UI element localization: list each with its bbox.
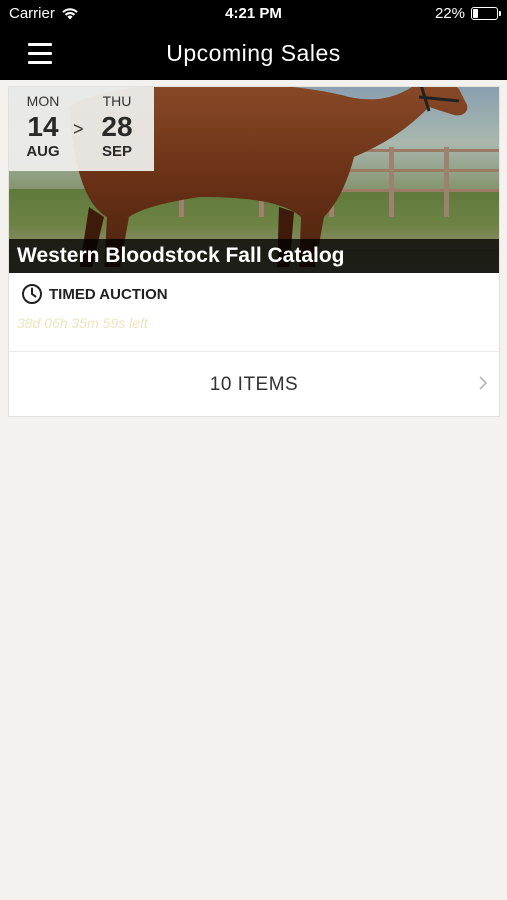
start-day-of-week: MON: [26, 93, 60, 109]
sale-hero-image[interactable]: MON 14 AUG > THU 28 SEP Western Bloodsto…: [9, 87, 499, 273]
status-bar: Carrier 4:21 PM 22%: [0, 0, 507, 28]
end-month: SEP: [101, 143, 132, 160]
battery-level: [473, 9, 478, 18]
end-date: THU 28 SEP: [89, 93, 145, 160]
sale-card[interactable]: MON 14 AUG > THU 28 SEP Western Bloodsto…: [8, 86, 500, 417]
page-title: Upcoming Sales: [166, 40, 341, 66]
auction-type-row: TIMED AUCTION: [21, 283, 168, 305]
status-time: 4:21 PM: [225, 5, 282, 22]
countdown-timer: 38d 06h 35m 59s left: [17, 315, 148, 331]
battery-icon: [471, 7, 501, 20]
start-day: 14: [27, 111, 59, 142]
sale-title[interactable]: Western Bloodstock Fall Catalog: [17, 244, 345, 268]
sale-date-range: MON 14 AUG > THU 28 SEP: [9, 87, 154, 171]
auction-type-label: TIMED AUCTION: [49, 285, 168, 303]
end-day: 28: [101, 111, 133, 142]
battery-percent: 22%: [434, 5, 465, 22]
date-separator: >: [73, 119, 84, 139]
nav-bar: Upcoming Sales: [0, 28, 507, 80]
view-items-button[interactable]: 10 ITEMS: [9, 352, 499, 417]
end-day-of-week: THU: [102, 93, 132, 109]
items-count-label: 10 ITEMS: [209, 374, 299, 395]
start-month: AUG: [26, 143, 60, 160]
sale-title-bar: Western Bloodstock Fall Catalog: [9, 239, 499, 273]
clock-icon: [22, 284, 42, 304]
start-date: MON 14 AUG: [15, 93, 71, 160]
chevron-right-icon: [479, 376, 488, 390]
